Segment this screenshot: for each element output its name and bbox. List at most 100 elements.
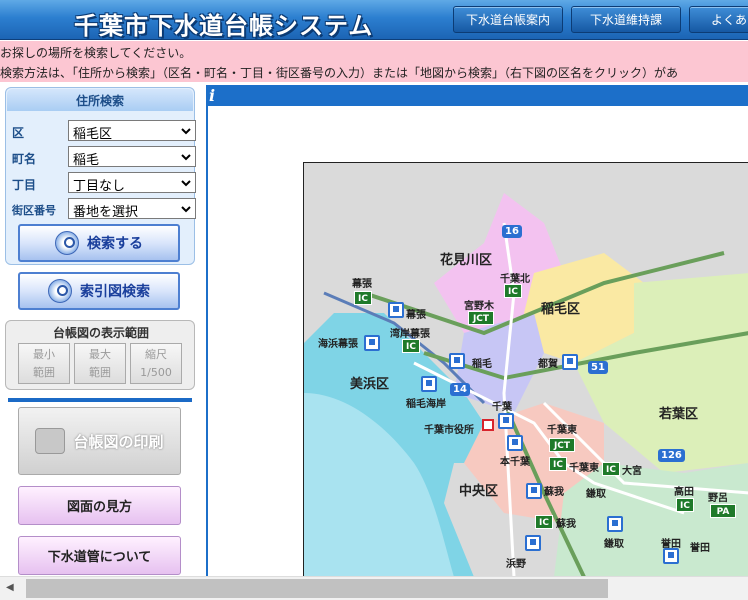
train-station-icon (507, 435, 523, 451)
town-select-value: 稲毛 (73, 153, 100, 168)
about-sewer-pipes-label: 下水道管について (47, 550, 152, 565)
map-badge-ic: IC (354, 291, 372, 305)
train-station-icon (364, 335, 380, 351)
scroll-left-arrow-icon[interactable]: ◀ (6, 582, 14, 593)
map-label-hamano: 浜野 (506, 559, 526, 570)
map-label-city-hall: 千葉市役所 (424, 425, 474, 436)
chome-select-value: 丁目なし (73, 179, 126, 194)
block-row: 街区番号 番地を選択 (12, 198, 196, 220)
map-label-kaihin-makuhari: 海浜幕張 (318, 339, 358, 350)
map-badge-ic: IC (676, 498, 694, 512)
town-row: 町名 稲毛 (12, 146, 196, 168)
nav-button-faq[interactable]: よくある (689, 6, 748, 33)
chevron-down-icon (181, 180, 191, 187)
display-range-title: 台帳図の表示範囲 (52, 326, 149, 340)
chome-label: 丁目 (12, 178, 37, 192)
block-label: 街区番号 (12, 204, 56, 217)
map-label-inage-kaigan: 稲毛海岸 (406, 399, 446, 410)
block-select[interactable]: 番地を選択 (68, 198, 196, 220)
max-range-button[interactable]: 最大 範囲 (74, 343, 126, 384)
nav-button-guide[interactable]: 下水道台帳案内 (453, 6, 563, 33)
chevron-down-icon (181, 154, 191, 161)
map-label-miyanogi: 宮野木 (464, 301, 494, 312)
print-map-button[interactable]: 台帳図の印刷 (18, 407, 181, 475)
map-badge-ic: IC (402, 339, 420, 353)
left-panel: 住所検索 区 稲毛区 町名 稲毛 丁目 丁目なし 街区番号 番地を選択 検索する… (0, 82, 205, 576)
map-label-makuhari-ic: 幕張 (352, 279, 372, 290)
map-label-mihama[interactable]: 美浜区 (350, 373, 389, 392)
app-title: 千葉市下水道台帳システム (74, 11, 374, 40)
about-sewer-pipes-button[interactable]: 下水道管について (18, 536, 181, 575)
ward-row: 区 稲毛区 (12, 120, 196, 142)
route-14-sign: 14 (450, 383, 470, 396)
info-icon: i (209, 86, 216, 105)
map-badge-ic: IC (549, 457, 567, 471)
max-range-line2: 範囲 (89, 366, 111, 379)
route-16-sign: 16 (502, 225, 522, 238)
map-label-wangan-makuhari: 湾岸幕張 (390, 329, 430, 340)
search-icon (55, 231, 79, 255)
map-label-hon-chiba: 本千葉 (500, 457, 530, 468)
map-label-inage[interactable]: 稲毛区 (541, 298, 580, 317)
notice-line-2: 検索方法は、「住所から検索」（区名・町名・丁目・街区番号の入力）または「地図から… (0, 66, 679, 80)
print-map-label: 台帳図の印刷 (73, 432, 164, 451)
content-title-bar: i (206, 85, 748, 106)
train-station-icon (498, 413, 514, 429)
town-select[interactable]: 稲毛 (68, 146, 196, 168)
train-station-icon (525, 535, 541, 551)
map-badge-ic: IC (535, 515, 553, 529)
chome-row: 丁目 丁目なし (12, 172, 196, 194)
printer-icon (35, 428, 66, 454)
map-label-wakaba[interactable]: 若葉区 (659, 403, 698, 422)
min-range-line2: 範囲 (33, 366, 55, 379)
search-button-label: 検索する (87, 236, 143, 252)
scale-button[interactable]: 縮尺 1/500 (130, 343, 182, 384)
block-select-value: 番地を選択 (73, 205, 139, 220)
town-label: 町名 (12, 152, 37, 166)
map-label-nobe: 野呂 (708, 493, 728, 504)
ward-select[interactable]: 稲毛区 (68, 120, 196, 142)
route-51-sign: 51 (588, 361, 608, 374)
scroll-thumb[interactable] (26, 579, 608, 598)
ward-label: 区 (12, 126, 25, 140)
map-label-chiba-kita: 千葉北 (500, 274, 530, 285)
app-root: 千葉市下水道台帳システム 下水道台帳案内 下水道維持課 よくある お探しの場所を… (0, 0, 748, 600)
nav-button-maintenance[interactable]: 下水道維持課 (571, 6, 681, 33)
header-bar: 千葉市下水道台帳システム 下水道台帳案内 下水道維持課 よくある (0, 0, 748, 40)
address-search-heading: 住所検索 (7, 89, 193, 111)
map-label-hanamigawa[interactable]: 花見川区 (440, 249, 492, 268)
map-label-soga-station: 蘇我 (544, 487, 564, 498)
ward-map[interactable]: 花見川区 稲毛区 美浜区 若葉区 中央区 幕張 幕張 海浜幕張 湾岸幕張 宮野木… (303, 162, 748, 576)
train-station-icon (421, 376, 437, 392)
search-button[interactable]: 検索する (18, 224, 180, 262)
map-label-chuo[interactable]: 中央区 (459, 480, 498, 499)
map-label-honda-2: 誉田 (690, 543, 710, 554)
train-station-icon (449, 353, 465, 369)
min-range-button[interactable]: 最小 範囲 (18, 343, 70, 384)
train-station-icon (388, 302, 404, 318)
city-hall-icon (482, 419, 494, 431)
route-126-sign: 126 (658, 449, 685, 462)
display-range-box: 台帳図の表示範囲 最小 範囲 最大 範囲 縮尺 1/500 (5, 320, 195, 390)
map-label-kamatori: 鎌取 (586, 489, 606, 500)
map-label-takada: 高田 (674, 487, 694, 498)
map-badge-jct: JCT (549, 438, 575, 452)
panel-divider (8, 398, 192, 402)
map-badge-pa: PA (710, 504, 736, 518)
map-badge-jct: JCT (468, 311, 494, 325)
map-label-makuhari-station: 幕張 (406, 310, 426, 321)
map-legend-button[interactable]: 図面の見方 (18, 486, 181, 525)
chome-select[interactable]: 丁目なし (68, 172, 196, 194)
horizontal-scrollbar[interactable]: ◀ (0, 576, 748, 600)
search-icon (48, 279, 72, 303)
train-station-icon (526, 483, 542, 499)
index-map-search-button[interactable]: 索引図検索 (18, 272, 180, 310)
scale-line2: 1/500 (140, 366, 172, 379)
chevron-down-icon (181, 206, 191, 213)
ward-map-graphic (304, 163, 748, 576)
map-label-ohmiya: 大宮 (622, 466, 642, 477)
train-station-icon (607, 516, 623, 532)
map-label-tsuga: 都賀 (538, 359, 558, 370)
map-legend-label: 図面の見方 (66, 500, 132, 515)
map-label-chiba-higashi-ic: 千葉東 (569, 463, 599, 474)
